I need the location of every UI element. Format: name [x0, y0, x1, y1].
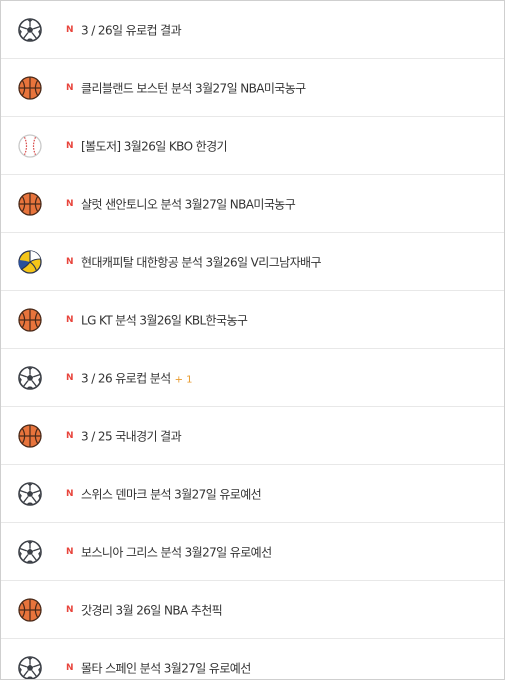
comment-count: + 1 [174, 374, 193, 385]
post-title-link[interactable]: 샬럿 샌안토니오 분석 3월27일 NBA미국농구 [81, 195, 296, 212]
new-badge: N [66, 314, 74, 325]
post-row[interactable]: N 스위스 덴마크 분석 3월27일 유로예선 [1, 465, 504, 523]
post-row[interactable]: N [볼도저] 3월26일 KBO 한경기 [1, 117, 504, 175]
post-row[interactable]: N 현대캐피탈 대한항공 분석 3월26일 V리그남자배구 [1, 233, 504, 291]
post-row[interactable]: N 3 / 25 국내경기 결과 [1, 407, 504, 465]
post-title-link[interactable]: 클리블랜드 보스턴 분석 3월27일 NBA미국농구 [81, 79, 306, 96]
new-badge: N [66, 24, 74, 35]
basketball-icon [18, 597, 42, 622]
volleyball-icon [18, 249, 42, 274]
post-title-link[interactable]: 3 / 26 유로컵 분석 + 1 [81, 369, 193, 386]
soccer-ball-icon [18, 481, 42, 506]
post-title-text: LG KT 분석 3월26일 KBL한국농구 [81, 313, 248, 327]
new-badge: N [66, 256, 74, 267]
soccer-ball-icon [18, 655, 42, 679]
post-title-text: 3 / 26일 유로컵 결과 [81, 23, 182, 37]
post-title-link[interactable]: 3 / 26일 유로컵 결과 [81, 21, 182, 38]
new-badge: N [66, 140, 74, 151]
basketball-icon [18, 307, 42, 332]
post-title-text: 클리블랜드 보스턴 분석 3월27일 NBA미국농구 [81, 81, 306, 95]
post-title-link[interactable]: LG KT 분석 3월26일 KBL한국농구 [81, 311, 248, 328]
post-title-link[interactable]: 갓경리 3월 26일 NBA 추천픽 [81, 601, 223, 618]
post-title-link[interactable]: 보스니아 그리스 분석 3월27일 유로예선 [81, 543, 272, 560]
new-badge: N [66, 372, 74, 383]
post-row[interactable]: N 3 / 26 유로컵 분석 + 1 [1, 349, 504, 407]
basketball-icon [18, 191, 42, 216]
post-row[interactable]: N 3 / 26일 유로컵 결과 [1, 1, 504, 59]
post-title-text: 보스니아 그리스 분석 3월27일 유로예선 [81, 545, 272, 559]
new-badge: N [66, 546, 74, 557]
post-title-text: 샬럿 샌안토니오 분석 3월27일 NBA미국농구 [81, 197, 296, 211]
post-row[interactable]: N 클리블랜드 보스턴 분석 3월27일 NBA미국농구 [1, 59, 504, 117]
post-title-link[interactable]: 몰타 스페인 분석 3월27일 유로예선 [81, 659, 251, 676]
post-list-panel: N 3 / 26일 유로컵 결과 N 클리블랜드 보스턴 분석 3월27일 NBA미국… [0, 0, 505, 680]
post-title-link[interactable]: 3 / 25 국내경기 결과 [81, 427, 182, 444]
post-row[interactable]: N 샬럿 샌안토니오 분석 3월27일 NBA미국농구 [1, 175, 504, 233]
post-list: N 3 / 26일 유로컵 결과 N 클리블랜드 보스턴 분석 3월27일 NBA미국… [1, 1, 504, 679]
baseball-icon [18, 133, 42, 158]
post-row[interactable]: N 갓경리 3월 26일 NBA 추천픽 [1, 581, 504, 639]
post-title-text: 갓경리 3월 26일 NBA 추천픽 [81, 603, 223, 617]
new-badge: N [66, 198, 74, 209]
soccer-ball-icon [18, 365, 42, 390]
post-row[interactable]: N 몰타 스페인 분석 3월27일 유로예선 [1, 639, 504, 679]
post-title-text: 3 / 26 유로컵 분석 [81, 371, 171, 385]
post-title-text: 3 / 25 국내경기 결과 [81, 429, 182, 443]
soccer-ball-icon [18, 539, 42, 564]
soccer-ball-icon [18, 17, 42, 42]
post-row[interactable]: N 보스니아 그리스 분석 3월27일 유로예선 [1, 523, 504, 581]
post-title-text: 몰타 스페인 분석 3월27일 유로예선 [81, 661, 251, 675]
post-title-link[interactable]: 현대캐피탈 대한항공 분석 3월26일 V리그남자배구 [81, 253, 322, 270]
basketball-icon [18, 423, 42, 448]
post-title-text: [볼도저] 3월26일 KBO 한경기 [81, 139, 228, 153]
post-row[interactable]: N LG KT 분석 3월26일 KBL한국농구 [1, 291, 504, 349]
new-badge: N [66, 430, 74, 441]
new-badge: N [66, 82, 74, 93]
new-badge: N [66, 604, 74, 615]
post-title-text: 현대캐피탈 대한항공 분석 3월26일 V리그남자배구 [81, 255, 322, 269]
post-title-text: 스위스 덴마크 분석 3월27일 유로예선 [81, 487, 262, 501]
new-badge: N [66, 662, 74, 673]
new-badge: N [66, 488, 74, 499]
basketball-icon [18, 75, 42, 100]
post-title-link[interactable]: [볼도저] 3월26일 KBO 한경기 [81, 137, 228, 154]
post-title-link[interactable]: 스위스 덴마크 분석 3월27일 유로예선 [81, 485, 262, 502]
